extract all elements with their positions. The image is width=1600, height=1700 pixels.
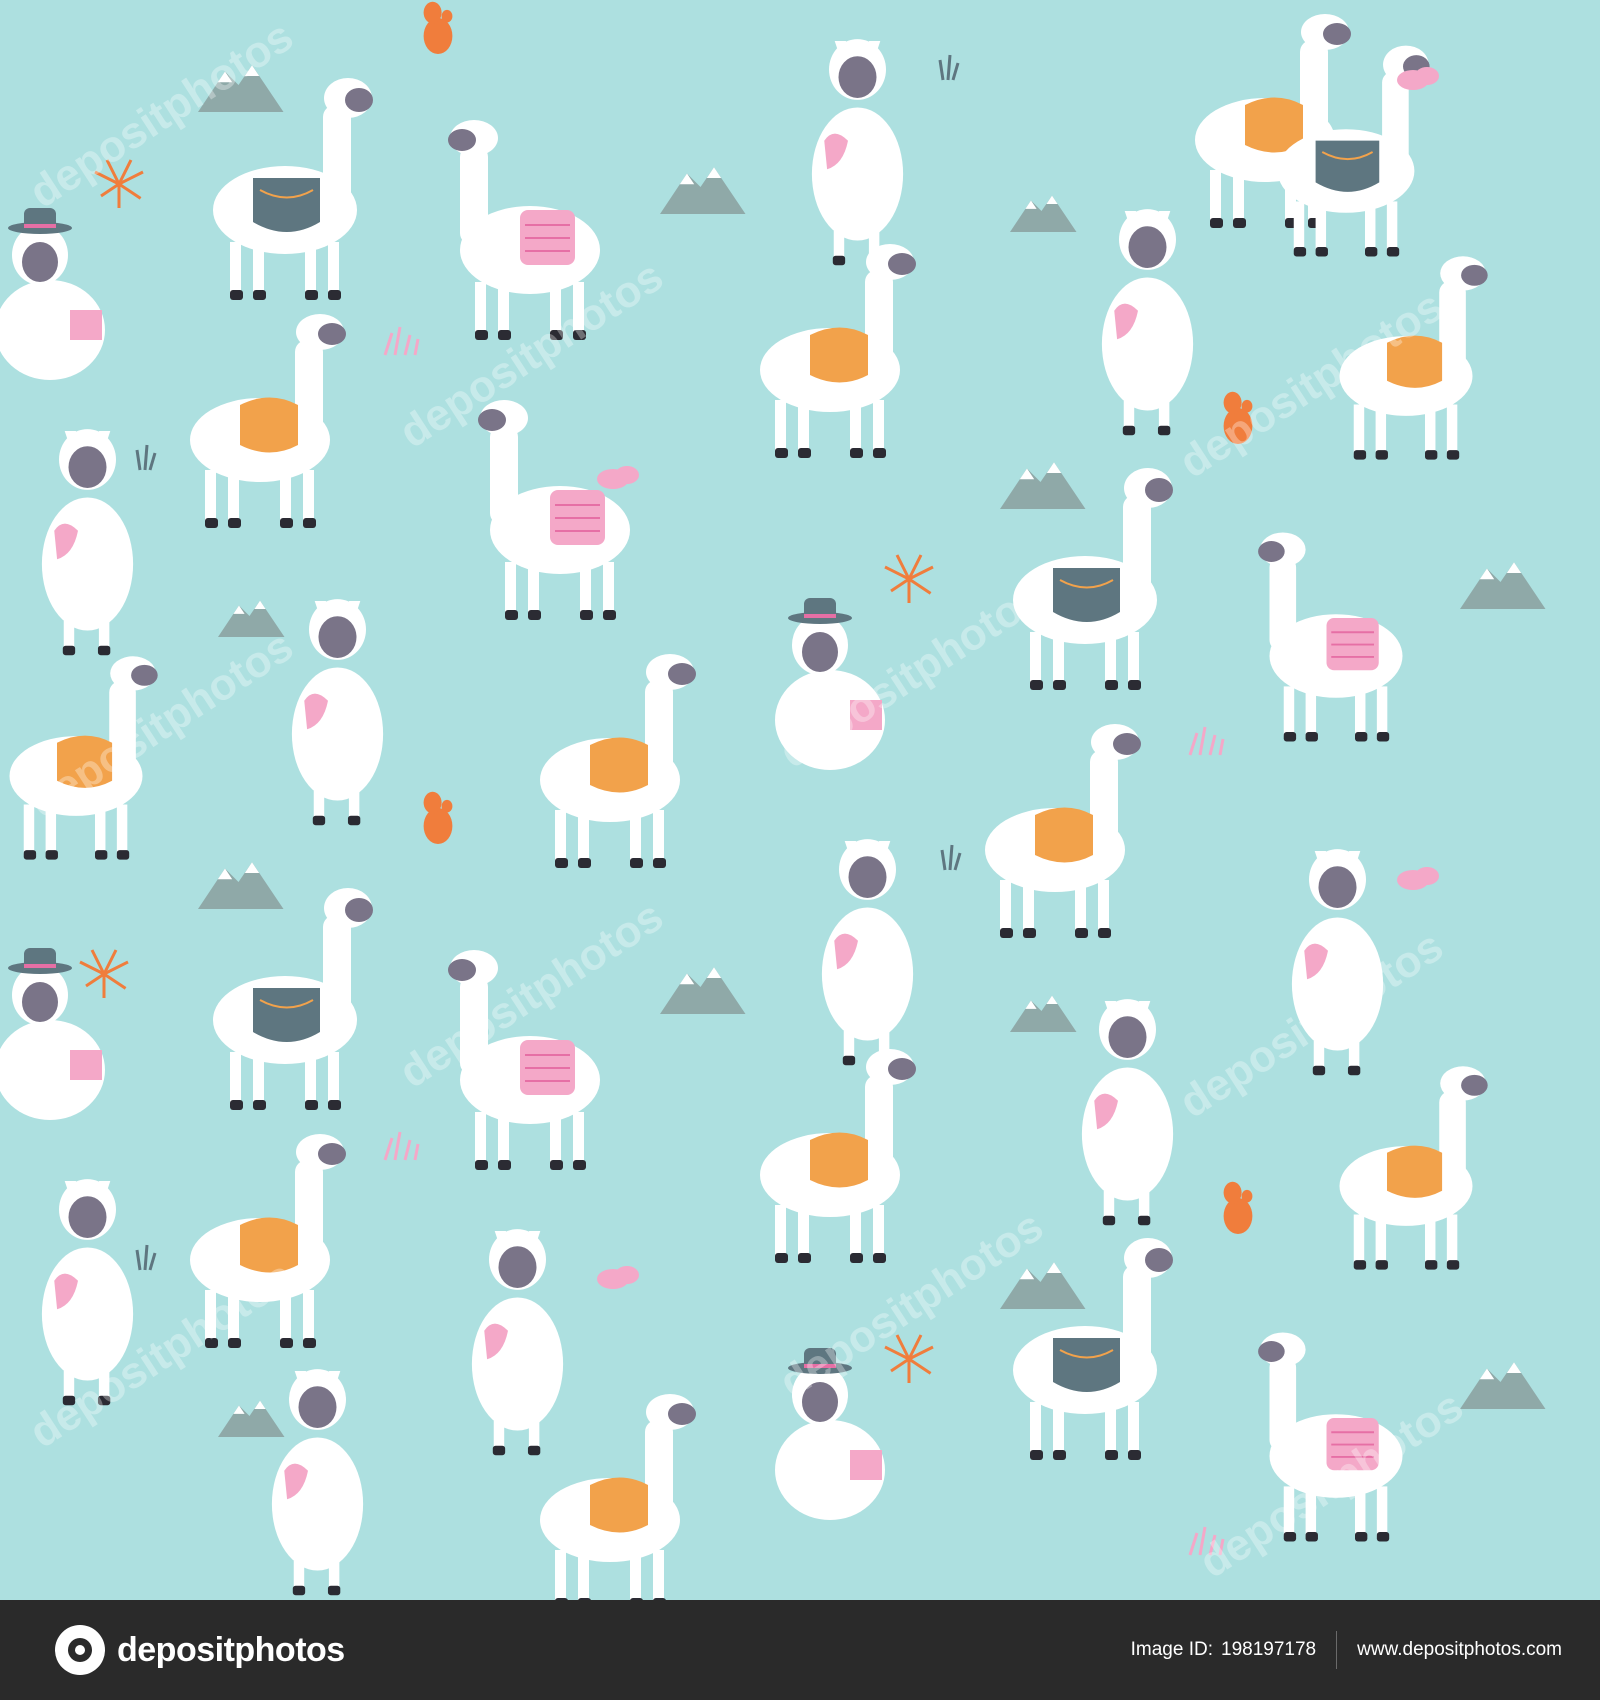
burst-illustration (883, 1333, 935, 1385)
image-id-label: Image ID: (1130, 1639, 1213, 1660)
footer-meta: Image ID: 198197178 www.depositphotos.co… (1131, 1631, 1562, 1669)
mountain-illustration (218, 1400, 285, 1437)
llama-illustration (1257, 531, 1404, 743)
llama-illustration (775, 598, 885, 770)
pinkbush-illustration (1188, 725, 1225, 757)
mountain-illustration (660, 967, 746, 1014)
mountain-illustration (1460, 1362, 1546, 1409)
llama-illustration (9, 656, 158, 860)
image-id-value: 198197178 (1221, 1639, 1317, 1660)
cloud-pink-illustration (597, 1266, 639, 1289)
burst-illustration (78, 948, 130, 1000)
mountain-illustration (660, 167, 746, 214)
llama-illustration (1081, 999, 1174, 1226)
llama-illustration (212, 887, 374, 1111)
llama-pattern-illustration (0, 1, 1546, 1600)
grass-illustration (135, 443, 157, 472)
llama-illustration (41, 429, 134, 656)
llama-illustration (775, 1348, 885, 1520)
llama-illustration (821, 839, 914, 1066)
footer-divider (1336, 1631, 1338, 1669)
llama-illustration (41, 1179, 134, 1406)
llama-illustration (1291, 849, 1384, 1076)
footer-bar: depositphotos Image ID: 198197178 www.de… (0, 1600, 1600, 1700)
camera-logo-icon (55, 1625, 105, 1675)
llama-illustration (1339, 256, 1488, 460)
cloud-pink-illustration (1397, 867, 1439, 890)
mountain-illustration (1010, 195, 1077, 232)
cactus-illustration (423, 791, 453, 844)
llama-illustration (477, 399, 631, 621)
llama-illustration (1101, 209, 1194, 436)
cloud-pink-illustration (597, 466, 639, 489)
llama-illustration (985, 724, 1141, 938)
brand-logo[interactable]: depositphotos (55, 1625, 345, 1675)
brand-name: depositphotos (117, 1630, 345, 1669)
llama-illustration (1257, 1331, 1404, 1543)
mountain-illustration (198, 862, 284, 909)
llama-illustration (540, 1394, 696, 1600)
burst-illustration (883, 553, 935, 605)
mountain-illustration (1000, 1262, 1086, 1309)
pinkbush-illustration (1188, 1525, 1225, 1557)
llama-illustration (190, 1134, 346, 1348)
grass-illustration (940, 843, 962, 872)
mountain-illustration (1000, 462, 1086, 509)
cactus-illustration (1223, 1181, 1253, 1234)
llama-pattern: depositphotos depositphotos depositphoto… (0, 0, 1600, 1600)
cactus-illustration (423, 1, 453, 55)
llama-illustration (447, 119, 601, 341)
burst-illustration (93, 158, 145, 210)
mountain-illustration (1460, 562, 1546, 609)
grass-illustration (135, 1243, 157, 1272)
llama-illustration (471, 1229, 564, 1456)
mountain-illustration (198, 65, 284, 112)
llama-illustration (760, 244, 916, 458)
grass-illustration (938, 53, 960, 82)
mountain-illustration (218, 600, 285, 637)
llama-illustration (1012, 1237, 1174, 1461)
llama-illustration (1339, 1066, 1488, 1270)
pinkbush-illustration (383, 1130, 420, 1162)
pinkbush-illustration (383, 325, 420, 357)
llama-illustration (811, 39, 904, 266)
llama-illustration (447, 949, 601, 1171)
cactus-illustration (1223, 391, 1253, 444)
mountain-illustration (1010, 995, 1077, 1032)
llama-illustration (190, 314, 346, 528)
website-link[interactable]: www.depositphotos.com (1357, 1639, 1562, 1661)
llama-illustration (271, 1369, 364, 1596)
llama-illustration (760, 1049, 916, 1263)
llama-illustration (0, 948, 105, 1120)
llama-illustration (0, 208, 105, 380)
llama-illustration (540, 654, 696, 868)
llama-illustration (291, 599, 384, 826)
